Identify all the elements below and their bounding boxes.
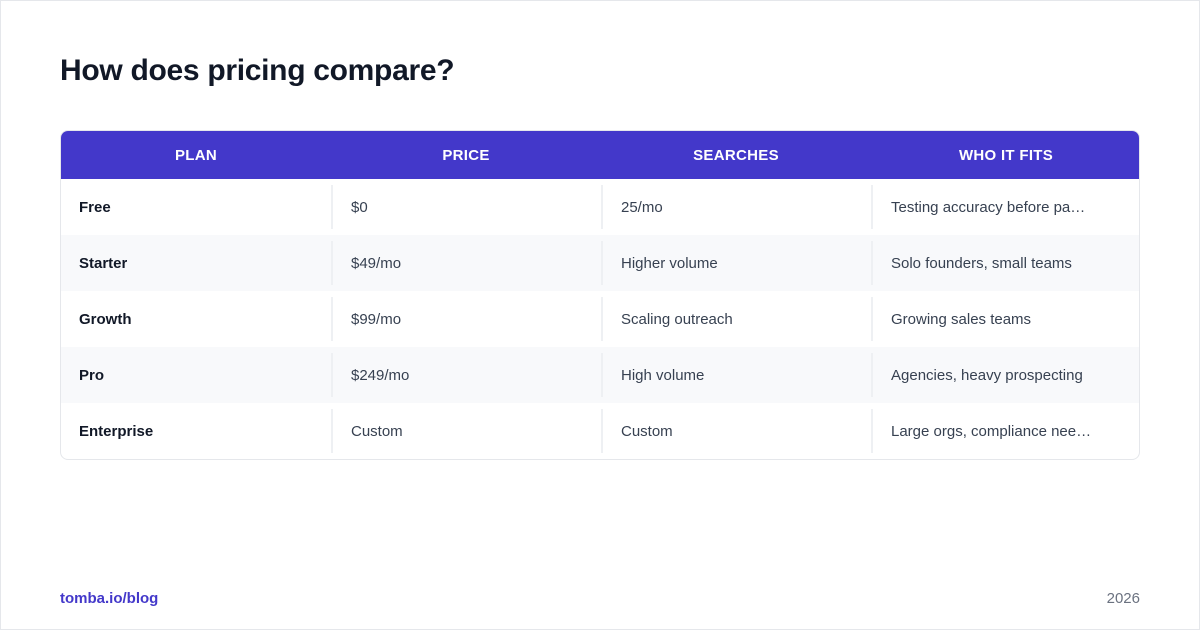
header-price: PRICE [442, 146, 490, 164]
price-cell: Custom [331, 409, 601, 453]
searches-text: 25/mo [621, 198, 663, 216]
price-text: $0 [351, 198, 368, 216]
searches-text: Scaling outreach [621, 310, 733, 328]
price-cell: $0 [331, 185, 601, 229]
header-plan: PLAN [174, 146, 218, 164]
searches-cell: Scaling outreach [601, 297, 871, 341]
blog-link[interactable]: tomba.io/blog [60, 590, 158, 607]
price-text: $99/mo [351, 310, 402, 328]
header-who-it-fits: WHO IT FITS [958, 146, 1054, 164]
fit-cell: Growing sales teams [871, 297, 1139, 341]
plan-text: Growth [79, 310, 132, 328]
table-row: Starter $49/mo Higher volume Solo founde… [61, 235, 1139, 291]
plan-cell: Starter [61, 241, 331, 285]
fit-text: Agencies, heavy prospecting [891, 366, 1083, 384]
searches-text: Custom [621, 422, 673, 440]
page-title: How does pricing compare? [60, 54, 455, 87]
plan-text: Enterprise [79, 422, 154, 440]
table-header: PLAN PRICE SEARCHES WHO IT FITS [61, 131, 1139, 179]
fit-text: Testing accuracy before pa… [891, 198, 1086, 216]
pricing-table: PLAN PRICE SEARCHES WHO IT FITS Free $0 … [60, 130, 1140, 460]
searches-cell: 25/mo [601, 185, 871, 229]
plan-text: Pro [79, 366, 105, 384]
price-text: Custom [351, 422, 403, 440]
plan-cell: Free [61, 185, 331, 229]
fit-cell: Large orgs, compliance nee… [871, 409, 1139, 453]
table-row: Free $0 25/mo Testing accuracy before pa… [61, 179, 1139, 235]
price-text: $49/mo [351, 254, 402, 272]
plan-cell: Growth [61, 297, 331, 341]
searches-cell: Custom [601, 409, 871, 453]
fit-cell: Testing accuracy before pa… [871, 185, 1139, 229]
searches-cell: High volume [601, 353, 871, 397]
fit-cell: Agencies, heavy prospecting [871, 353, 1139, 397]
year-label: 2026 [1106, 590, 1140, 607]
searches-text: Higher volume [621, 254, 718, 272]
price-cell: $99/mo [331, 297, 601, 341]
searches-cell: Higher volume [601, 241, 871, 285]
fit-text: Growing sales teams [891, 310, 1032, 328]
searches-text: High volume [621, 366, 705, 384]
table-row: Pro $249/mo High volume Agencies, heavy … [61, 347, 1139, 403]
price-text: $249/mo [351, 366, 410, 384]
plan-text: Starter [79, 254, 128, 272]
header-searches: SEARCHES [693, 146, 779, 164]
plan-cell: Pro [61, 353, 331, 397]
table-row: Enterprise Custom Custom Large orgs, com… [61, 403, 1139, 459]
fit-text: Solo founders, small teams [891, 254, 1072, 272]
plan-cell: Enterprise [61, 409, 331, 453]
price-cell: $49/mo [331, 241, 601, 285]
fit-text: Large orgs, compliance nee… [891, 422, 1092, 440]
price-cell: $249/mo [331, 353, 601, 397]
fit-cell: Solo founders, small teams [871, 241, 1139, 285]
table-row: Growth $99/mo Scaling outreach Growing s… [61, 291, 1139, 347]
plan-text: Free [79, 198, 111, 216]
